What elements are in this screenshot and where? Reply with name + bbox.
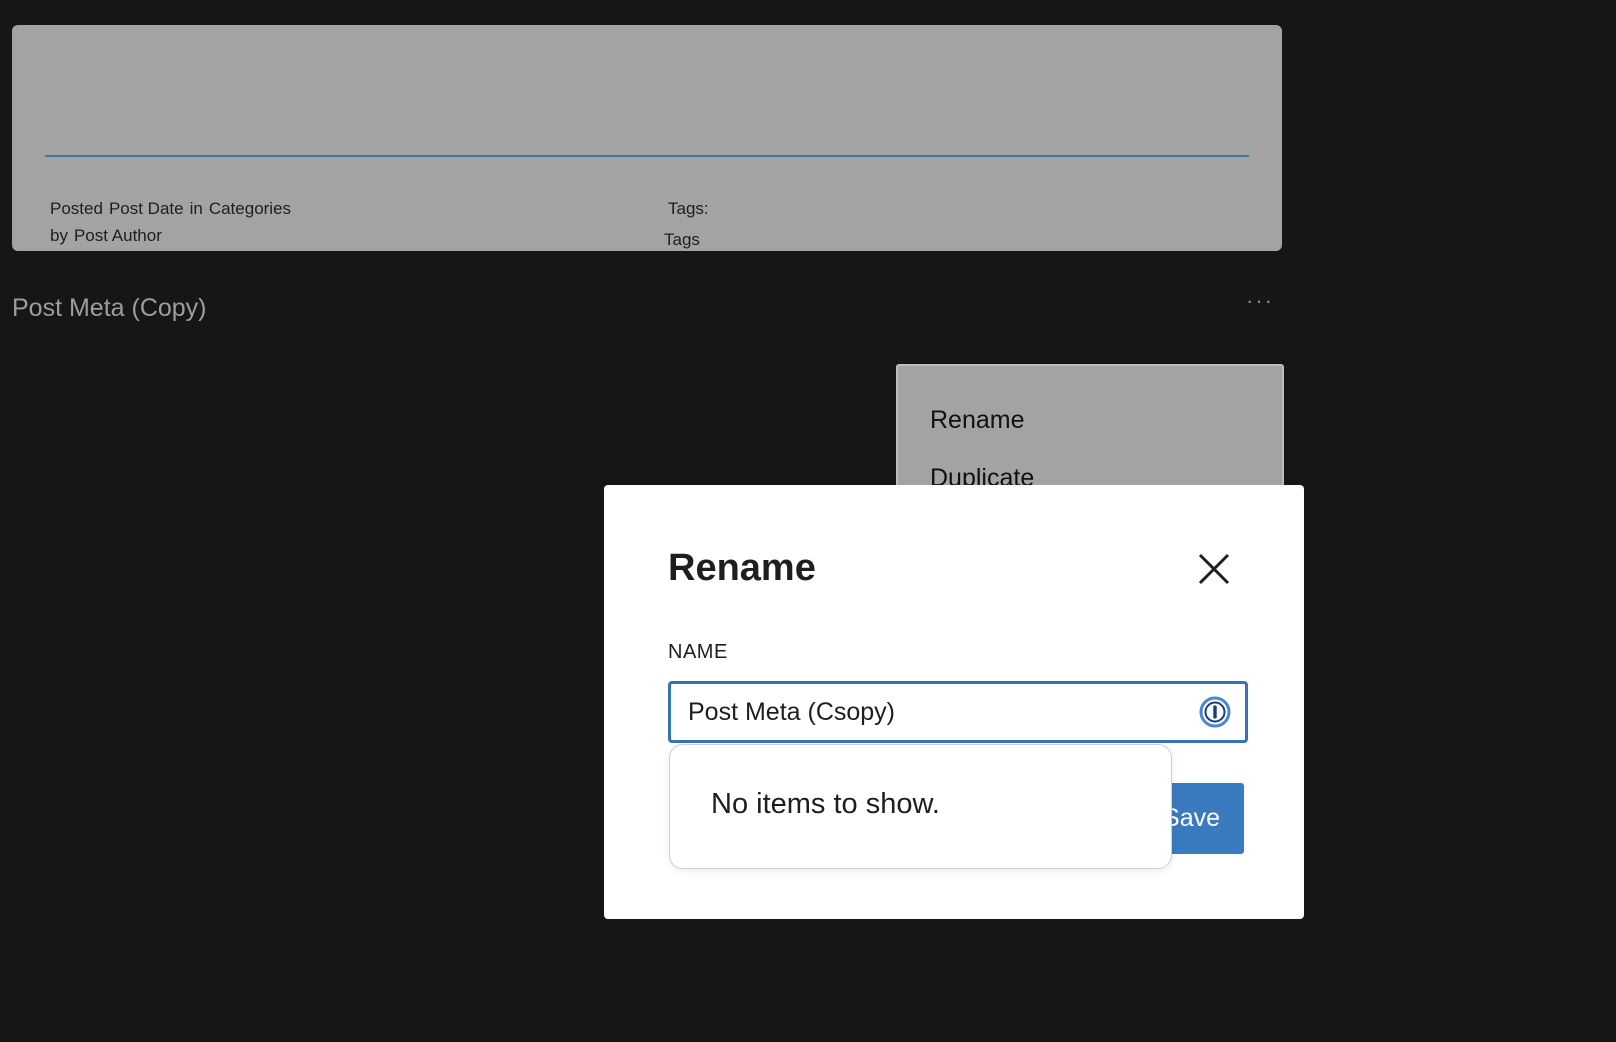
posted-label: Posted [50,199,103,218]
close-button[interactable] [1192,547,1236,591]
menu-item-rename[interactable]: Rename [898,391,1282,449]
tags-value: Tags [664,230,700,249]
empty-message: No items to show. [711,788,940,820]
post-categories: Categories [208,199,292,218]
password-manager-icon[interactable] [1199,696,1231,728]
tags-label: Tags: [668,199,709,218]
name-input[interactable] [688,684,1168,740]
pattern-title: Post Meta (Copy) [12,294,207,322]
by-label: by [50,226,68,245]
in-label: in [189,199,203,218]
name-field-label: NAME [668,641,728,663]
modal-title: Rename [668,547,816,589]
pattern-preview[interactable]: Posted Post Date in Categories by Post Autho… [12,25,1282,251]
name-field[interactable] [668,681,1248,743]
autocomplete-popover: No items to show. [669,744,1172,869]
post-tags: Tags: Tags [664,195,709,251]
separator-line [45,155,1249,157]
close-icon [1198,553,1230,585]
more-options-button[interactable]: ··· [1238,290,1282,324]
post-meta-info: Posted Post Date in Categories by Post Autho… [50,195,350,249]
post-author: Post Author [73,226,162,245]
post-date: Post Date [108,199,184,218]
